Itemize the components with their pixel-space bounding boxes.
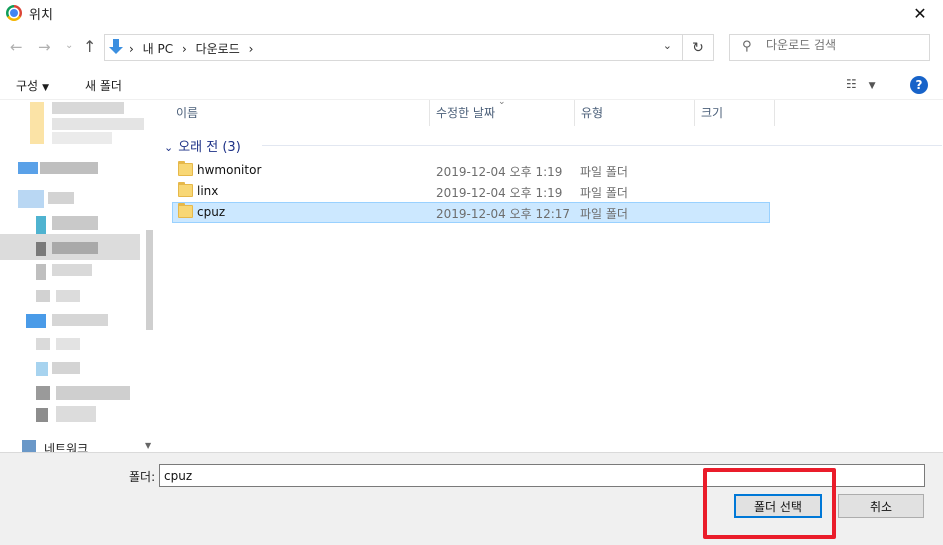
chrome-icon [6,5,22,21]
help-icon: ? [915,78,923,92]
blurred-nav-label [52,118,148,130]
breadcrumb-downloads[interactable]: 다운로드 [196,42,240,56]
file-row-linx[interactable]: linx 2019-12-04 오후 1:19 파일 폴더 [172,181,770,202]
group-collapse-chevron-icon: ⌄ [164,141,174,154]
blurred-nav-icon [36,408,48,422]
organize-menu-button[interactable]: 구성 ▼ [16,77,49,94]
column-header-type[interactable]: 유형 [575,100,695,126]
folder-icon [178,182,193,197]
recent-locations-chevron-icon[interactable]: ⌄ [65,40,73,51]
column-header-name[interactable]: 이름 [170,100,430,126]
navigation-pane[interactable] [0,100,155,452]
file-date: 2019-12-04 오후 1:19 [436,186,563,200]
blurred-nav-label [52,264,92,276]
blurred-nav-icon [36,386,50,400]
blurred-nav-label [56,338,80,350]
breadcrumb-separator[interactable]: › [129,42,134,56]
command-toolbar: 구성 ▼ 새 폴더 ☷ ▼ [0,70,943,100]
blurred-nav-icon [36,338,50,350]
blurred-nav-label [56,406,96,422]
window-title: 위치 [29,8,53,23]
nav-pane-scroll-thumb[interactable] [146,230,153,330]
group-divider [262,145,942,146]
search-box[interactable]: ⚲ [729,34,930,61]
blurred-nav-label [56,290,80,302]
address-dropdown-chevron-icon[interactable]: ⌄ [663,39,672,52]
blurred-nav-label [52,216,98,230]
file-row-hwmonitor[interactable]: hwmonitor 2019-12-04 오후 1:19 파일 폴더 [172,160,770,181]
blurred-nav-label [52,362,80,374]
scroll-down-arrow-icon[interactable]: ▼ [145,441,151,450]
blurred-nav-icon [36,264,46,280]
folder-icon [178,203,193,218]
file-type: 파일 폴더 [580,186,628,200]
breadcrumb: › 내 PC › 다운로드 › [129,40,258,57]
forward-arrow-icon[interactable]: → [38,38,51,56]
blurred-nav-icon [30,102,44,144]
blurred-nav-label [56,386,130,400]
annotation-highlight-box [703,468,836,539]
details-view-icon: ☷ [846,77,857,91]
group-header[interactable]: ⌄ 오래 전 (3) [164,136,241,155]
nav-item-network[interactable]: 네트워크 [44,440,88,452]
file-date: 2019-12-04 오후 12:17 [436,207,571,221]
close-icon: ✕ [913,3,927,23]
folder-icon [178,161,193,176]
folder-field-label: 폴더: [129,470,156,484]
blurred-nav-icon [36,362,48,376]
address-bar[interactable]: › 내 PC › 다운로드 › ⌄ [104,34,683,61]
search-input[interactable] [766,38,926,52]
close-button[interactable]: ✕ [897,0,943,26]
file-name: linx [197,184,219,198]
file-date: 2019-12-04 오후 1:19 [436,165,563,179]
cancel-button[interactable]: 취소 [838,494,924,518]
blurred-nav-label [52,102,124,114]
refresh-button[interactable]: ↻ [683,34,714,61]
new-folder-button[interactable]: 새 폴더 [85,77,122,94]
back-arrow-icon[interactable]: ← [10,38,23,56]
breadcrumb-this-pc[interactable]: 내 PC [143,42,173,56]
caret-down-icon: ▼ [42,83,50,93]
title-bar [0,0,943,26]
file-name: hwmonitor [197,163,262,177]
blurred-nav-label [40,162,98,174]
change-view-button[interactable]: ☷ ▼ [846,77,876,91]
blurred-nav-label [52,314,108,326]
group-label: 오래 전 (3) [178,140,241,155]
blurred-nav-label [52,132,112,144]
file-row-cpuz[interactable]: cpuz 2019-12-04 오후 12:17 파일 폴더 [172,202,770,223]
column-header-size[interactable]: 크기 [695,100,775,126]
help-button[interactable]: ? [910,76,928,94]
blurred-nav-label [52,242,98,254]
up-arrow-icon[interactable]: ↑ [83,37,96,56]
file-name: cpuz [197,205,226,219]
breadcrumb-separator[interactable]: › [182,42,187,56]
blurred-nav-icon [18,162,38,174]
file-type: 파일 폴더 [580,165,628,179]
caret-down-icon: ▼ [868,81,876,91]
blurred-nav-icon [36,290,50,302]
blurred-nav-icon [18,190,44,208]
column-headers: 이름 수정한 날짜 유형 크기 [160,100,943,126]
downloads-folder-icon [109,39,123,55]
blurred-nav-label [48,192,74,204]
blurred-nav-icon [36,216,46,236]
network-icon [22,440,36,452]
organize-label: 구성 [16,79,39,93]
refresh-icon: ↻ [692,39,704,56]
search-icon: ⚲ [742,39,752,54]
sort-descending-icon: ⌄ [498,97,506,107]
blurred-nav-icon [26,314,46,328]
blurred-nav-icon [36,242,46,256]
breadcrumb-separator[interactable]: › [249,42,254,56]
file-type: 파일 폴더 [580,207,628,221]
